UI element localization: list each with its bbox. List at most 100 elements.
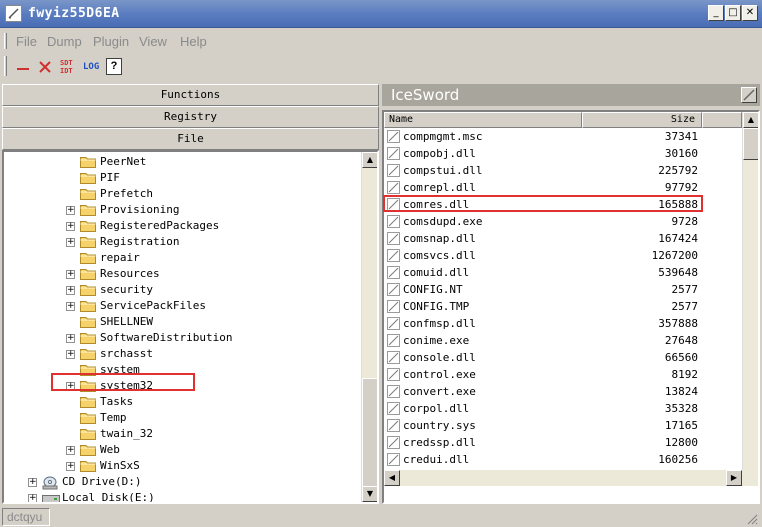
file-button[interactable]: File [2, 128, 379, 150]
list-scroll-right-button[interactable]: ▶ [726, 470, 742, 486]
file-name: credui.dll [403, 453, 470, 466]
file-row[interactable]: comrepl.dll 97792 [384, 179, 742, 196]
window-title: fwyiz55D6EA [28, 6, 120, 21]
file-name: comsvcs.dll [403, 249, 476, 262]
tree-item-label: PIF [100, 171, 120, 184]
file-row[interactable]: compstui.dll 225792 [384, 162, 742, 179]
menu-plugin[interactable]: Plugin [93, 34, 129, 49]
file-icon [387, 385, 401, 398]
file-row[interactable]: credssp.dll 12800 [384, 434, 742, 451]
file-row[interactable]: control.exe 8192 [384, 366, 742, 383]
tree-vertical-scrollbar[interactable]: ▲ ▼ [361, 152, 377, 502]
list-horizontal-scrollbar[interactable]: ◀ ▶ [384, 470, 758, 486]
menu-help[interactable]: Help [180, 34, 207, 49]
file-name: confmsp.dll [403, 317, 476, 330]
file-row[interactable]: conime.exe 27648 [384, 332, 742, 349]
file-row[interactable]: confmsp.dll 357888 [384, 315, 742, 332]
expand-icon[interactable]: + [66, 286, 75, 295]
functions-button[interactable]: Functions [2, 84, 379, 106]
column-header-name[interactable]: Name [384, 112, 582, 128]
column-header-size[interactable]: Size [582, 112, 702, 128]
minus-icon[interactable] [15, 58, 31, 76]
menu-dump[interactable]: Dump [47, 34, 82, 49]
file-name: comrepl.dll [403, 181, 476, 194]
list-scroll-left-button[interactable]: ◀ [384, 470, 400, 486]
file-size: 539648 [658, 266, 698, 279]
comres-highlight [383, 195, 703, 212]
tree-item-label: srchasst [100, 347, 153, 360]
menu-view[interactable]: View [139, 34, 167, 49]
expand-icon[interactable]: + [66, 350, 75, 359]
file-row[interactable]: compobj.dll 30160 [384, 145, 742, 162]
list-vertical-scrollbar[interactable]: ▲ [742, 112, 758, 470]
file-size: 8192 [671, 368, 699, 381]
list-scroll-thumb[interactable] [743, 128, 758, 160]
file-icon [387, 164, 401, 177]
tree-scroll-up-button[interactable]: ▲ [362, 152, 377, 168]
expand-icon[interactable]: + [66, 206, 75, 215]
file-name: compmgmt.msc [403, 130, 483, 143]
file-row[interactable]: CONFIG.NT 2577 [384, 281, 742, 298]
file-row[interactable]: comsdupd.exe 9728 [384, 213, 742, 230]
file-row[interactable]: comuid.dll 539648 [384, 264, 742, 281]
close-button[interactable]: ✕ [742, 5, 758, 21]
expand-icon[interactable]: + [66, 270, 75, 279]
tree-item-label: Registration [100, 235, 180, 248]
file-row[interactable]: convert.exe 13824 [384, 383, 742, 400]
file-row[interactable]: credui.dll 160256 [384, 451, 742, 468]
expand-icon[interactable]: + [66, 462, 75, 471]
file-icon [387, 249, 401, 262]
file-size: 167424 [658, 232, 698, 245]
file-icon [387, 419, 401, 432]
file-icon [387, 334, 401, 347]
tree-item-label: Temp [100, 411, 127, 424]
folder-icon [80, 300, 96, 312]
minimize-button[interactable]: _ [708, 5, 724, 21]
log-button[interactable]: LOG [83, 58, 101, 76]
maximize-button[interactable]: □ [725, 5, 741, 21]
list-scroll-up-button[interactable]: ▲ [743, 112, 758, 128]
tree-scroll-down-button[interactable]: ▼ [362, 486, 377, 502]
folder-icon [80, 252, 96, 264]
folder-icon [80, 220, 96, 232]
expand-icon[interactable]: + [66, 222, 75, 231]
help-icon[interactable]: ? [106, 58, 122, 75]
sdt-idt-button[interactable]: SDT IDT [60, 58, 76, 76]
folder-icon [80, 284, 96, 296]
system32-highlight [51, 373, 195, 391]
expand-icon[interactable]: + [66, 302, 75, 311]
file-row[interactable]: console.dll 66560 [384, 349, 742, 366]
expand-icon[interactable]: + [66, 334, 75, 343]
tree-scroll-thumb[interactable] [362, 378, 377, 488]
toolbar-grip [4, 56, 7, 76]
file-row[interactable]: comsvcs.dll 1267200 [384, 247, 742, 264]
file-size: 35328 [664, 402, 698, 415]
file-row[interactable]: corpol.dll 35328 [384, 400, 742, 417]
file-row[interactable]: country.sys 17165 [384, 417, 742, 434]
panel-pin-icon[interactable] [741, 87, 757, 103]
file-row[interactable]: CONFIG.TMP 2577 [384, 298, 742, 315]
expand-icon[interactable]: + [66, 446, 75, 455]
menu-file[interactable]: File [16, 34, 37, 49]
left-panel: Functions Registry File PeerNet PIF Prefet… [2, 84, 379, 504]
column-header-extra[interactable] [702, 112, 742, 128]
file-size: 30160 [664, 147, 698, 160]
folder-icon [80, 412, 96, 424]
file-size: 66560 [664, 351, 698, 364]
file-name: country.sys [403, 419, 476, 432]
tree-item-label: SoftwareDistribution [100, 331, 233, 344]
folder-icon [80, 268, 96, 280]
expand-icon[interactable]: + [28, 494, 37, 502]
expand-icon[interactable]: + [66, 238, 75, 247]
expand-icon[interactable]: + [28, 478, 37, 487]
file-row[interactable]: compmgmt.msc 37341 [384, 128, 742, 145]
file-row[interactable]: comsnap.dll 167424 [384, 230, 742, 247]
hard-disk-icon [42, 492, 60, 502]
file-size: 1267200 [651, 249, 698, 262]
close-x-icon[interactable] [37, 58, 53, 76]
file-icon [387, 147, 401, 160]
tree-item-label: CD Drive(D:) [62, 475, 142, 488]
file-name: comsdupd.exe [403, 215, 483, 228]
registry-button[interactable]: Registry [2, 106, 379, 128]
resize-grip-icon[interactable] [746, 513, 758, 525]
